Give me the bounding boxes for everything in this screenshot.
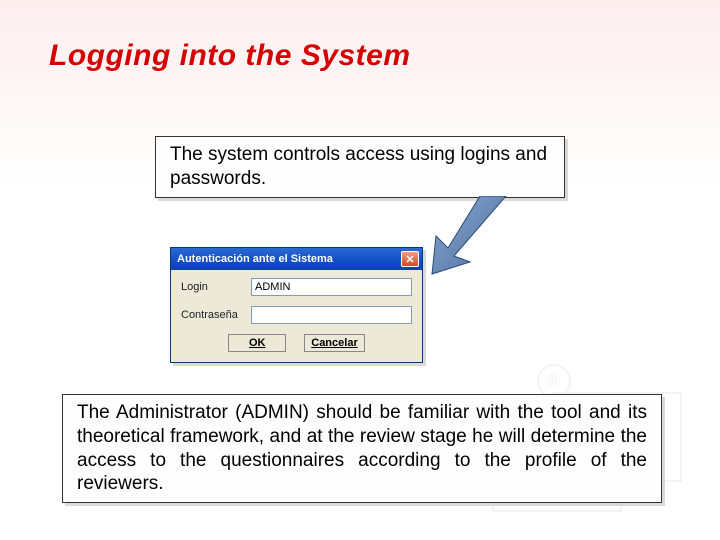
login-row: Login <box>181 278 412 296</box>
cancel-button[interactable]: Cancelar <box>304 334 364 352</box>
login-label: Login <box>181 281 251 293</box>
slide: Logging into the System The system contr… <box>0 0 720 540</box>
close-icon[interactable]: ✕ <box>401 251 419 267</box>
page-title: Logging into the System <box>48 38 672 74</box>
login-dialog: Autenticación ante el Sistema ✕ Login Co… <box>170 247 423 363</box>
arrow-icon <box>420 196 520 276</box>
ok-button[interactable]: OK <box>228 334 286 352</box>
dialog-titlebar: Autenticación ante el Sistema ✕ <box>171 248 422 270</box>
admin-note-text: The Administrator (ADMIN) should be fami… <box>62 394 662 503</box>
password-row: Contraseña <box>181 306 412 324</box>
dialog-buttons: OK Cancelar <box>181 334 412 352</box>
dialog-title: Autenticación ante el Sistema <box>177 253 401 265</box>
login-input[interactable] <box>251 278 412 296</box>
intro-text: The system controls access using logins … <box>155 136 565 198</box>
dialog-body: Login Contraseña OK Cancelar <box>171 270 422 362</box>
password-label: Contraseña <box>181 309 251 321</box>
password-input[interactable] <box>251 306 412 324</box>
